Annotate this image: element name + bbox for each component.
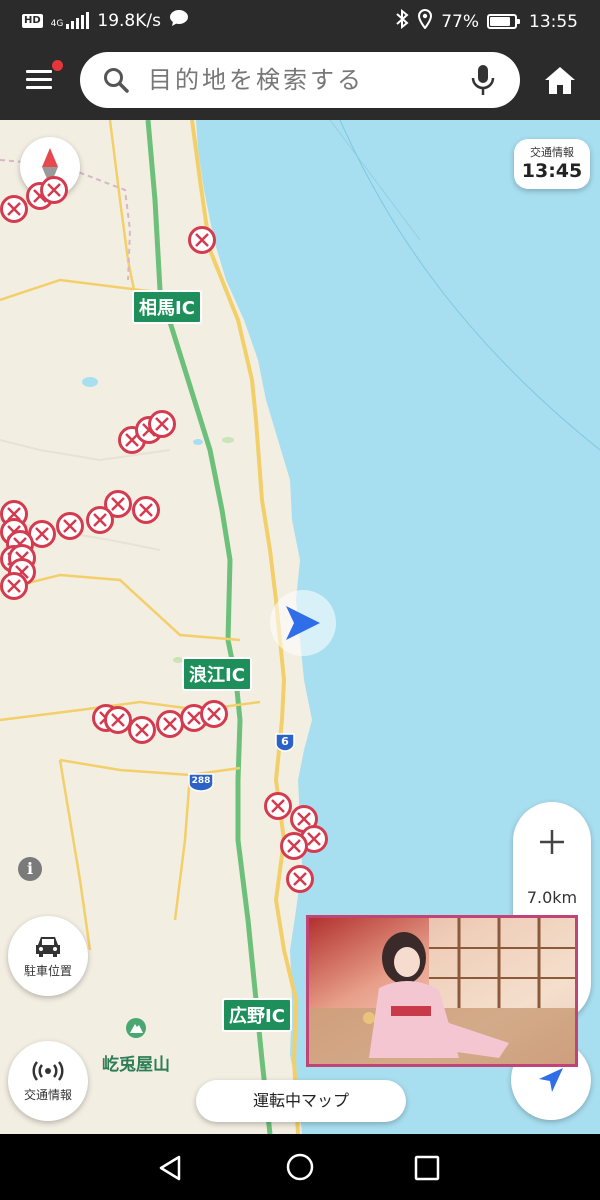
bluetooth-icon — [395, 8, 409, 34]
parking-position-button[interactable]: 駐車位置 — [8, 916, 88, 996]
road-closure-icon[interactable] — [128, 716, 156, 744]
info-icon[interactable]: i — [18, 857, 42, 881]
map-view[interactable]: 交通情報 13:45 相馬IC 浪江IC 広野IC 6 288 i 駐車位置 交… — [0, 120, 600, 1134]
location-arrow-icon — [539, 1068, 563, 1092]
road-closure-icon[interactable] — [0, 572, 28, 600]
road-closure-icon[interactable] — [0, 195, 28, 223]
route-6-badge: 6 — [274, 732, 296, 752]
home-circle-icon[interactable] — [284, 1151, 316, 1183]
home-icon[interactable] — [540, 62, 580, 100]
traffic-info-label: 交通情報 — [23, 1087, 72, 1102]
navigation-arrow-icon — [286, 606, 320, 640]
ic-label-hirono: 広野IC — [222, 998, 292, 1032]
chat-bubble-icon — [169, 9, 189, 32]
road-closure-icon[interactable] — [132, 496, 160, 524]
driving-map-button[interactable]: 運転中マップ — [196, 1080, 406, 1122]
network-type: 4G — [50, 18, 64, 29]
car-icon — [36, 936, 60, 957]
signal-icon: 4G — [50, 11, 90, 29]
search-icon — [104, 68, 129, 93]
route-288-badge: 288 — [187, 772, 215, 792]
network-speed: 19.8K/s — [97, 10, 161, 31]
road-closure-icon[interactable] — [286, 865, 314, 893]
search-bar[interactable] — [80, 52, 520, 108]
road-closure-icon[interactable] — [86, 506, 114, 534]
ic-label-soma: 相馬IC — [132, 290, 202, 324]
status-bar: HD 4G 19.8K/s 77% 13:55 — [0, 0, 600, 40]
route-6-number: 6 — [281, 735, 289, 748]
app-header — [0, 40, 600, 120]
traffic-info-button[interactable]: 交通情報 — [8, 1041, 88, 1121]
zoom-in-icon[interactable] — [532, 822, 572, 862]
road-closure-icon[interactable] — [188, 226, 216, 254]
hd-badge: HD — [22, 13, 43, 28]
parking-position-label: 駐車位置 — [23, 963, 72, 978]
battery-percent: 77% — [441, 11, 479, 32]
broadcast-icon — [32, 1060, 64, 1081]
road-closure-icon[interactable] — [148, 410, 176, 438]
mic-icon[interactable] — [470, 64, 496, 96]
search-input[interactable] — [148, 65, 468, 95]
battery-icon — [487, 14, 520, 29]
road-closure-icon[interactable] — [40, 176, 68, 204]
road-closure-icon[interactable] — [280, 832, 308, 860]
back-icon[interactable] — [155, 1152, 187, 1184]
video-frame — [309, 918, 575, 1064]
notification-dot — [52, 60, 63, 71]
clock: 13:55 — [529, 11, 578, 32]
traffic-update-time[interactable]: 交通情報 13:45 — [514, 139, 590, 189]
road-closure-icon[interactable] — [264, 792, 292, 820]
traffic-time-value: 13:45 — [521, 160, 583, 182]
location-icon — [417, 8, 433, 34]
ic-label-namie: 浪江IC — [182, 657, 252, 691]
road-closure-icon[interactable] — [200, 700, 228, 728]
route-288-number: 288 — [191, 776, 211, 786]
mountain-poi-label: 屹兎屋山 — [102, 1055, 170, 1075]
mountain-poi-icon[interactable] — [126, 1018, 146, 1038]
picture-in-picture-video[interactable] — [306, 915, 578, 1067]
traffic-time-label: 交通情報 — [530, 146, 574, 159]
map-scale: 7.0km — [526, 888, 578, 907]
system-nav-bar — [0, 1134, 600, 1200]
road-closure-icon[interactable] — [56, 512, 84, 540]
menu-button[interactable] — [18, 60, 63, 98]
current-location-marker — [270, 590, 336, 656]
recent-apps-icon[interactable] — [412, 1153, 442, 1183]
